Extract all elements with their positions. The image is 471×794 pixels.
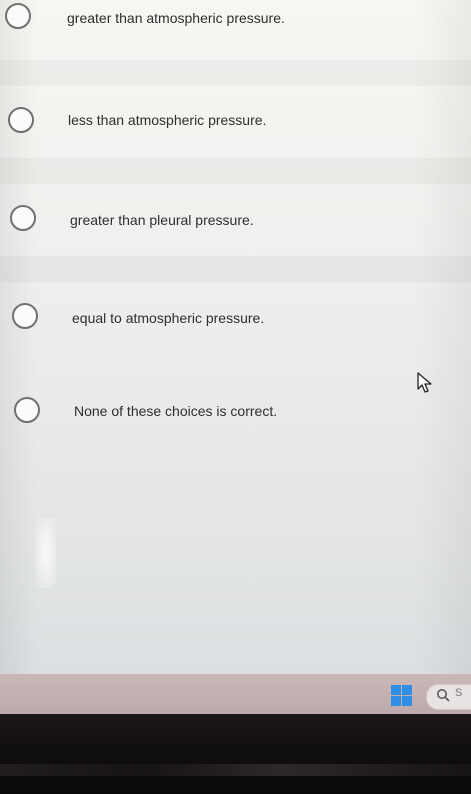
- laptop-bezel: [0, 714, 471, 794]
- radio-button[interactable]: [8, 107, 34, 133]
- quiz-screen: greater than atmospheric pressure. less …: [0, 0, 471, 674]
- option-label: greater than atmospheric pressure.: [67, 10, 285, 26]
- answer-option-3[interactable]: greater than pleural pressure.: [0, 200, 471, 240]
- row-divider: [0, 60, 471, 86]
- windows-logo-tile: [391, 696, 401, 706]
- bezel-reflection: [0, 764, 471, 776]
- option-label: greater than pleural pressure.: [70, 212, 254, 228]
- answer-option-1[interactable]: greater than atmospheric pressure.: [0, 0, 471, 40]
- windows-logo-tile: [402, 696, 412, 706]
- answer-option-2[interactable]: less than atmospheric pressure.: [0, 100, 471, 140]
- mouse-pointer-icon: [417, 372, 432, 393]
- screen-glare: [36, 518, 56, 588]
- answer-option-4[interactable]: equal to atmospheric pressure.: [0, 298, 471, 338]
- option-label: less than atmospheric pressure.: [68, 112, 267, 128]
- search-text: S: [455, 687, 463, 699]
- windows-start-icon[interactable]: [391, 685, 412, 706]
- radio-button[interactable]: [10, 205, 36, 231]
- option-label: None of these choices is correct.: [74, 403, 278, 419]
- radio-button[interactable]: [14, 397, 40, 423]
- windows-logo-tile: [391, 685, 401, 695]
- radio-button[interactable]: [12, 303, 38, 329]
- search-icon: [437, 689, 450, 702]
- option-label: equal to atmospheric pressure.: [72, 310, 265, 326]
- windows-logo-tile: [402, 685, 412, 695]
- radio-button[interactable]: [5, 3, 31, 29]
- row-divider: [0, 158, 471, 184]
- answer-option-5[interactable]: None of these choices is correct.: [0, 393, 471, 433]
- row-divider: [0, 256, 471, 282]
